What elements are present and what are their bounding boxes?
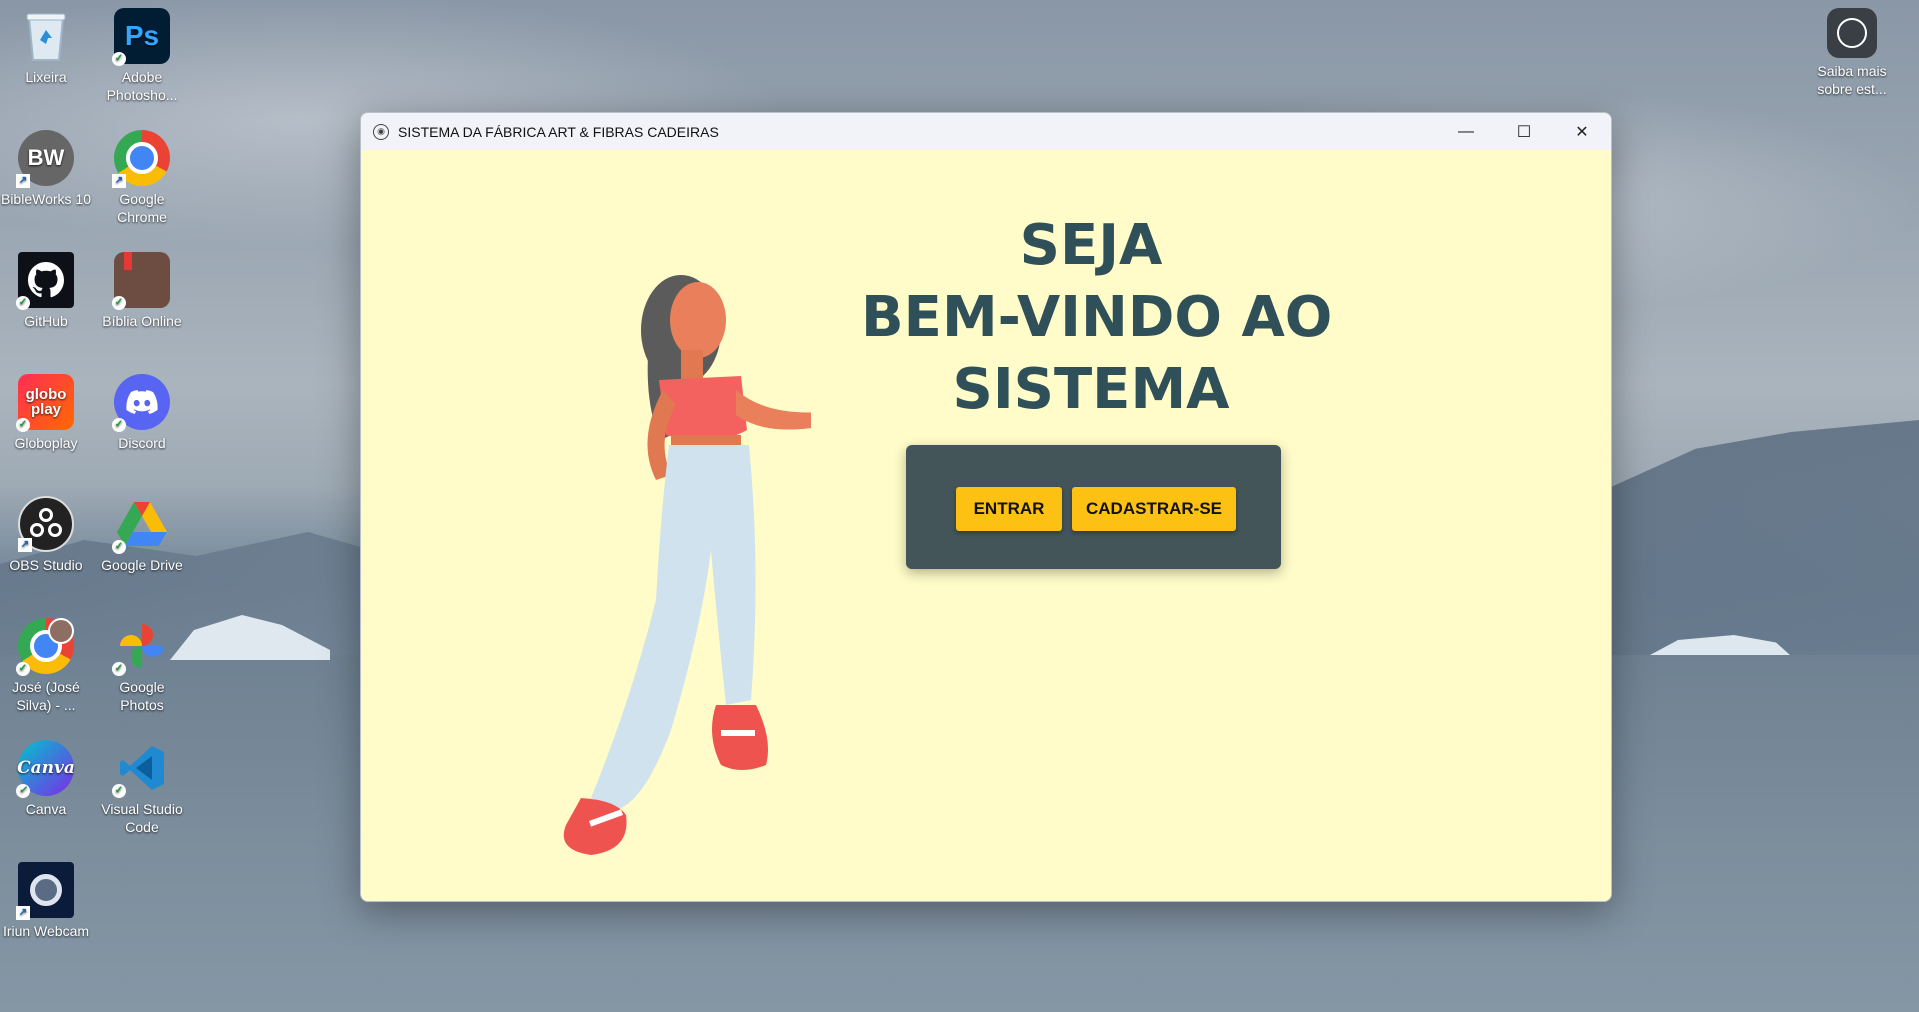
login-button[interactable]: ENTRAR bbox=[956, 487, 1062, 531]
desktop-icon-canva[interactable]: Canva ✓ Canva bbox=[0, 740, 92, 818]
desktop-icon-discord[interactable]: ✓ Discord bbox=[96, 374, 188, 452]
desktop-icon-google-photos[interactable]: ✓ Google Photos bbox=[96, 618, 188, 714]
shortcut-arrow-icon: ↗ bbox=[16, 174, 30, 188]
learn-more-icon bbox=[1827, 8, 1877, 58]
character-illustration bbox=[563, 275, 811, 855]
desktop-icon-label: Bíblia Online bbox=[102, 313, 182, 329]
github-icon: ✓ bbox=[16, 252, 74, 310]
desktop-icon-label: Google Photos bbox=[119, 679, 165, 713]
desktop-icon-label: Globoplay bbox=[14, 435, 78, 451]
photoshop-icon: Ps ✓ bbox=[112, 8, 170, 66]
desktop-icon-label: Adobe Photosho... bbox=[106, 69, 178, 103]
globoplay-icon: globo play ✓ bbox=[16, 374, 74, 432]
title-bar[interactable]: ◉ SISTEMA DA FÁBRICA ART & FIBRAS CADEIR… bbox=[361, 113, 1611, 150]
sync-check-icon: ✓ bbox=[16, 662, 30, 676]
welcome-heading: SEJA BEM-VINDO AO SISTEMA bbox=[861, 210, 1333, 426]
welcome-line-3: SISTEMA bbox=[952, 357, 1230, 422]
desktop-icon-learn-more[interactable]: Saiba mais sobre est... bbox=[1806, 8, 1898, 98]
window-controls: — ☐ ✕ bbox=[1437, 113, 1611, 150]
discord-icon: ✓ bbox=[112, 374, 170, 432]
google-drive-icon: ✓ bbox=[112, 496, 170, 554]
desktop-icon-photoshop[interactable]: Ps ✓ Adobe Photosho... bbox=[96, 8, 188, 104]
desktop-icon-bibleworks[interactable]: BW ↗ BibleWorks 10 bbox=[0, 130, 92, 208]
sync-check-icon: ✓ bbox=[112, 662, 126, 676]
vscode-icon: ✓ bbox=[112, 740, 170, 798]
window-content: SEJA BEM-VINDO AO SISTEMA ENTRAR CADASTR… bbox=[361, 150, 1611, 901]
welcome-line-1: SEJA bbox=[1019, 213, 1163, 278]
desktop-icon-google-drive[interactable]: ✓ Google Drive bbox=[96, 496, 188, 574]
obs-icon: ↗ bbox=[18, 496, 74, 552]
sync-check-icon: ✓ bbox=[112, 52, 126, 66]
desktop-icon-obs[interactable]: ↗ OBS Studio bbox=[0, 496, 92, 574]
welcome-line-2: BEM-VINDO AO bbox=[861, 285, 1333, 350]
canva-tile-text: Canva bbox=[17, 758, 75, 778]
sync-check-icon: ✓ bbox=[16, 784, 30, 798]
desktop-icon-label: Saiba mais sobre est... bbox=[1817, 63, 1887, 97]
desktop-icon-label: Visual Studio Code bbox=[101, 801, 183, 835]
desktop-icon-lixeira[interactable]: Lixeira bbox=[0, 8, 92, 86]
chrome-icon: ↗ bbox=[112, 130, 170, 188]
register-button[interactable]: CADASTRAR-SE bbox=[1072, 487, 1236, 531]
iriun-icon: ↗ bbox=[16, 862, 74, 920]
desktop-icon-label: BibleWorks 10 bbox=[0, 191, 91, 207]
canva-icon: Canva ✓ bbox=[16, 740, 75, 798]
sync-check-icon: ✓ bbox=[16, 296, 30, 310]
shortcut-arrow-icon: ↗ bbox=[16, 906, 30, 920]
desktop-icon-label: Discord bbox=[118, 435, 166, 451]
desktop-icon-github[interactable]: ✓ GitHub bbox=[0, 252, 92, 330]
desktop-icon-label: Lixeira bbox=[25, 69, 67, 85]
bible-online-icon: ✓ bbox=[112, 252, 170, 310]
sync-check-icon: ✓ bbox=[112, 418, 126, 432]
sync-check-icon: ✓ bbox=[112, 784, 126, 798]
desktop-icon-biblia-online[interactable]: ✓ Bíblia Online bbox=[96, 252, 188, 330]
sync-check-icon: ✓ bbox=[16, 418, 30, 432]
window-title: SISTEMA DA FÁBRICA ART & FIBRAS CADEIRAS bbox=[398, 123, 719, 140]
desktop-icon-vscode[interactable]: ✓ Visual Studio Code bbox=[96, 740, 188, 836]
minimize-button[interactable]: — bbox=[1437, 113, 1495, 150]
action-panel: ENTRAR CADASTRAR-SE bbox=[906, 445, 1281, 569]
desktop-icon-label: Canva bbox=[25, 801, 67, 817]
desktop-icon-label: GitHub bbox=[24, 313, 68, 329]
sync-check-icon: ✓ bbox=[112, 540, 126, 554]
shortcut-arrow-icon: ↗ bbox=[112, 174, 126, 188]
maximize-button[interactable]: ☐ bbox=[1495, 113, 1553, 150]
sync-check-icon: ✓ bbox=[112, 296, 126, 310]
app-window: ◉ SISTEMA DA FÁBRICA ART & FIBRAS CADEIR… bbox=[360, 112, 1612, 902]
desktop-icon-chrome-profile[interactable]: ✓ José (José Silva) - ... bbox=[0, 618, 92, 714]
photoshop-tile-text: Ps bbox=[124, 20, 160, 51]
desktop-icon-label: José (José Silva) - ... bbox=[12, 679, 80, 713]
globoplay-tile-text: globo play bbox=[25, 386, 67, 418]
desktop-icon-label: OBS Studio bbox=[9, 557, 83, 573]
desktop-icon-globoplay[interactable]: globo play ✓ Globoplay bbox=[0, 374, 92, 452]
app-icon: ◉ bbox=[373, 123, 389, 140]
bibleworks-icon: BW ↗ bbox=[16, 130, 74, 188]
recycle-bin-icon bbox=[18, 8, 74, 64]
desktop-icon-iriun[interactable]: ↗ Iriun Webcam bbox=[0, 862, 92, 940]
bibleworks-tile-text: BW bbox=[27, 145, 65, 170]
shortcut-arrow-icon: ↗ bbox=[18, 538, 32, 552]
google-photos-icon: ✓ bbox=[112, 618, 170, 676]
desktop-icon-chrome[interactable]: ↗ Google Chrome bbox=[96, 130, 188, 226]
desktop-icon-label: Iriun Webcam bbox=[2, 923, 90, 939]
desktop-icon-label: Google Chrome bbox=[117, 191, 167, 225]
chrome-profile-icon: ✓ bbox=[16, 618, 74, 676]
desktop-icon-label: Google Drive bbox=[101, 557, 183, 573]
close-button[interactable]: ✕ bbox=[1553, 113, 1611, 150]
